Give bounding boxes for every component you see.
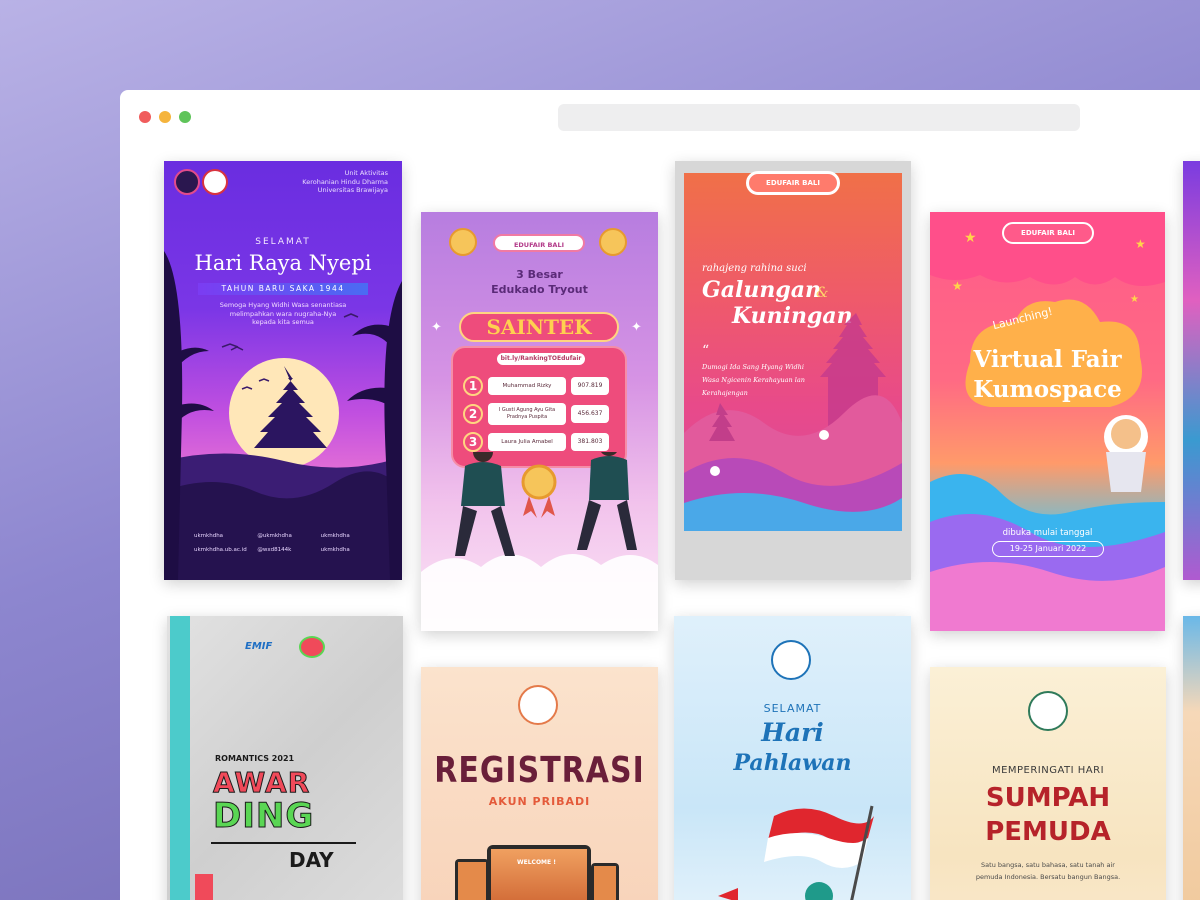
kumospace-title-2: Kumospace [973,376,1122,403]
sumpah-body-1: Satu bangsa, satu bahasa, satu tanah air [981,861,1115,869]
card-awarding[interactable]: EMIF ROMANTICS 2021 AWAR DING DAY [167,616,403,900]
galungan-poster: rahajeng rahina suci Galungan & Kuningan… [684,173,902,531]
card-registrasi[interactable]: REGISTRASI AKUN PRIBADI WELCOME ! [421,667,658,900]
card-galungan[interactable]: rahajeng rahina suci Galungan & Kuningan… [675,161,911,580]
kumospace-title-1: Virtual Fair [973,346,1122,373]
rank-2-number: 2 [463,404,483,424]
saintek-edufair-badge: EDUFAIR BALI [493,234,585,252]
social-facebook[interactable]: ukmkhdha [194,533,257,539]
awarding-logo: EMIF [245,641,273,652]
galungan-illustration [684,313,902,531]
kumospace-illustration: ★ ★ ★ ★ [930,212,1165,631]
saintek-subtitle-2: Edukado Tryout [491,283,588,296]
rank-1-name: Muhammad Rizky [488,377,566,395]
saintek-subtitle-1: 3 Besar [516,268,563,281]
medal-left-icon [449,228,477,256]
svg-text:★: ★ [964,230,977,246]
registrasi-laptop: WELCOME ! [487,845,591,900]
pahlawan-flag-illustration [718,805,874,900]
card-saintek[interactable]: EDUFAIR BALI 3 Besar Edukado Tryout SAIN… [421,212,658,631]
rank-3-score: 381.803 [571,433,609,451]
awarding-heart-icon [299,636,325,658]
sumpah-body-2: pemuda Indonesia. Bersatu bangun Bangsa. [975,873,1121,881]
card-nyepi[interactable]: Unit Aktivitas Kerohanian Hindu Dharma U… [164,161,402,580]
social-instagram[interactable]: ukmkhdha [321,547,384,553]
registrasi-phone [591,863,619,900]
social-youtube[interactable]: ukmkhdha [321,533,384,539]
saintek-link[interactable]: bit.ly/RankingTOEdufair [497,353,585,365]
awarding-side-bar [170,616,190,900]
minimize-window-button[interactable] [159,111,171,123]
kumospace-edufair-badge: EDUFAIR BALI [1002,222,1094,244]
rank-3-number: 3 [463,432,483,452]
medal-right-icon [599,228,627,256]
registrasi-title: REGISTRASI [434,749,645,792]
pahlawan-logo [771,640,811,680]
social-twitter[interactable]: @ukmkhdha [257,533,320,539]
saintek-ranking-board: bit.ly/RankingTOEdufair 1 Muhammad Rizky… [451,346,627,468]
registrasi-logo [518,685,558,725]
registrasi-tablet [455,859,489,900]
pahlawan-title-1: Hari [761,718,824,747]
awarding-line-3: DAY [289,848,334,872]
rank-2-name: I Gusti Agung Ayu Gita Pradnya Puspita [488,403,566,425]
rank-1-score: 907.819 [571,377,609,395]
awarding-line-2: DING [212,796,315,837]
awarding-line-1: AWAR [212,766,311,800]
pahlawan-selamat: SELAMAT [763,702,822,715]
card-partial-right-top[interactable] [1183,161,1200,580]
svg-text:★: ★ [1135,237,1146,251]
close-window-button[interactable] [139,111,151,123]
svg-text:★: ★ [1130,294,1139,305]
address-bar[interactable] [558,104,1080,131]
registrasi-subtitle: AKUN PRIBADI [488,795,591,808]
kumospace-dates: 19-25 Januari 2022 [992,541,1104,557]
card-pahlawan[interactable]: SELAMAT Hari Pahlawan [674,616,911,900]
sumpah-logo [1028,691,1068,731]
card-partial-right-bottom[interactable] [1183,616,1200,900]
nyepi-illustration [164,251,402,580]
rank-2-score: 456.637 [571,405,609,423]
awarding-divider [211,842,356,844]
card-kumospace[interactable]: ★ ★ ★ ★ EDUFAIR BALI Launching! Virtual … [930,212,1165,631]
galungan-edufair-badge: EDUFAIR BALI [746,171,840,195]
registrasi-welcome: WELCOME ! [517,859,556,866]
social-line[interactable]: @wxd8144k [257,547,320,553]
sumpah-title-1: SUMPAH [985,783,1111,813]
saintek-title: SAINTEK [459,312,619,342]
rank-1-number: 1 [463,376,483,396]
sumpah-pre: MEMPERINGATI HARI [991,765,1105,776]
rank-3-name: Laura Julia Amabel [488,433,566,451]
awarding-red-block [195,874,213,900]
kumospace-open-text: dibuka mulai tanggal [1002,528,1093,538]
social-website[interactable]: ukmkhdha.ub.ac.id [194,547,257,553]
maximize-window-button[interactable] [179,111,191,123]
pahlawan-title-2: Pahlawan [733,750,852,776]
awarding-year: ROMANTICS 2021 [215,754,295,763]
svg-text:★: ★ [952,279,963,293]
browser-window: Unit Aktivitas Kerohanian Hindu Dharma U… [120,90,1200,900]
sparkle-right-icon: ✦ [631,320,642,335]
card-sumpah[interactable]: MEMPERINGATI HARI SUMPAH PEMUDA Satu ban… [930,667,1166,900]
saintek-illustration [421,452,658,631]
sparkle-left-icon: ✦ [431,320,442,335]
sumpah-title-2: PEMUDA [985,817,1111,847]
